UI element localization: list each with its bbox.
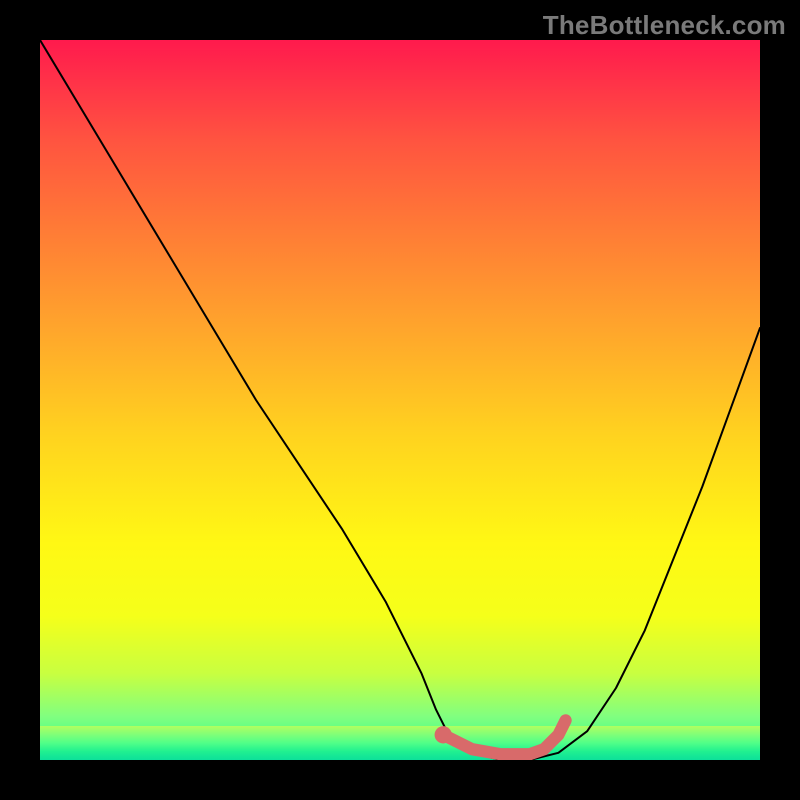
gradient-background (40, 40, 760, 760)
gradient-bottom-band (40, 726, 760, 760)
watermark-text: TheBottleneck.com (543, 10, 786, 41)
chart-frame: TheBottleneck.com (0, 0, 800, 800)
